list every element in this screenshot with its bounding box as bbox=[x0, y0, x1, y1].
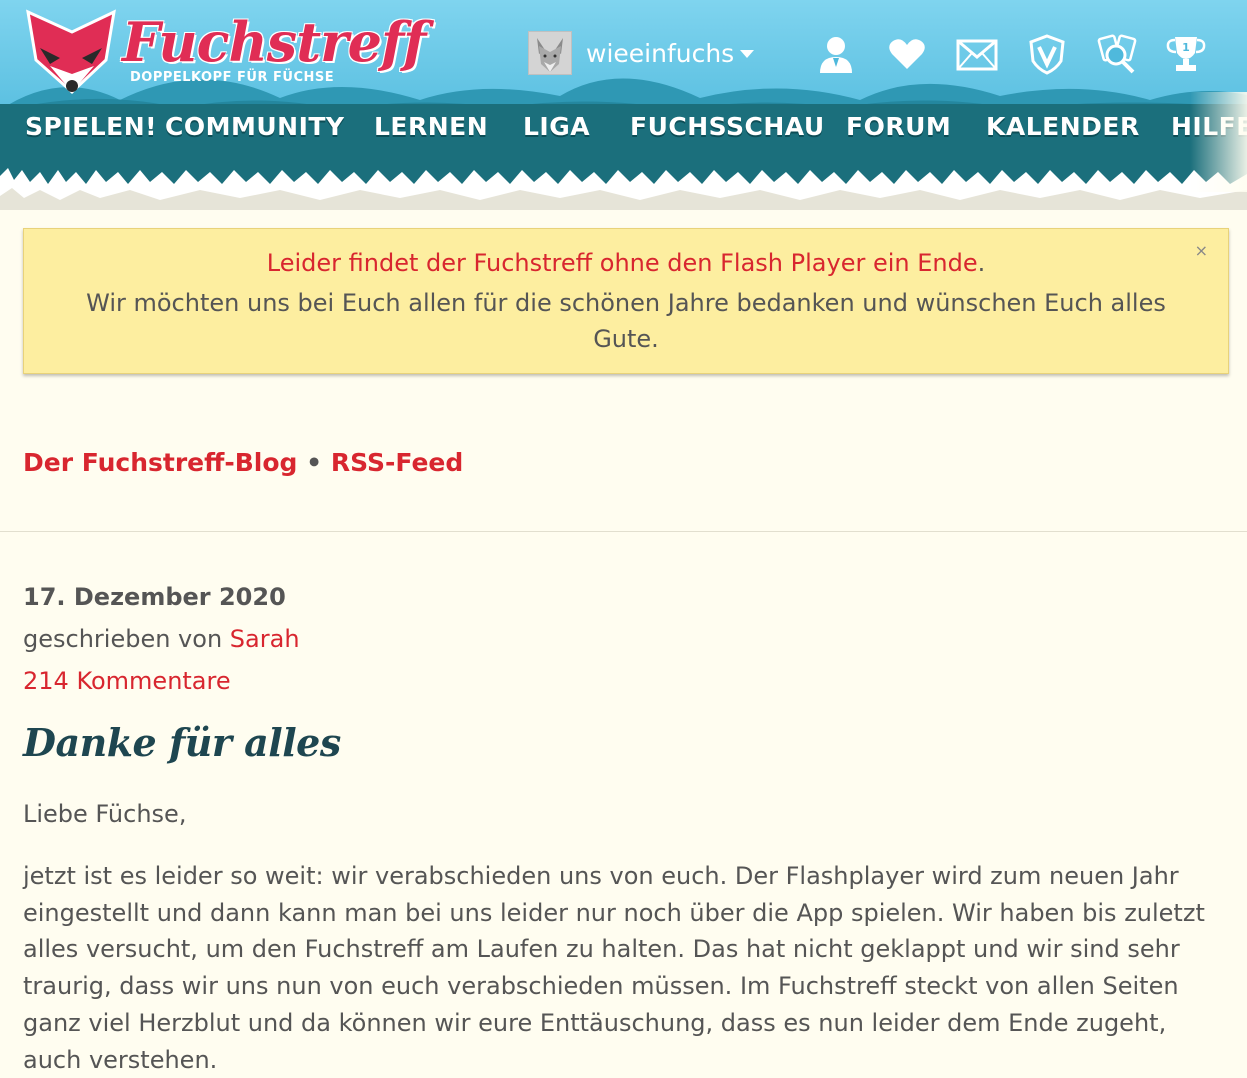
avatar[interactable] bbox=[528, 31, 572, 75]
alert-message: Wir möchten uns bei Euch allen für die s… bbox=[86, 289, 1166, 353]
nav-community[interactable]: COMMUNITY bbox=[165, 112, 345, 141]
username[interactable]: wieeinfuchs bbox=[586, 39, 734, 68]
blog-links: Der Fuchstreff-Blog • RSS-Feed bbox=[23, 448, 463, 477]
logo-title: Fuchstreff bbox=[122, 10, 426, 74]
post-date: 17. Dezember 2020 bbox=[23, 583, 286, 611]
wolf-avatar-icon bbox=[529, 32, 571, 74]
site-header: Fuchstreff DOPPELKOPF FÜR FÜCHSE wieeinf… bbox=[0, 0, 1247, 210]
site-logo[interactable]: Fuchstreff DOPPELKOPF FÜR FÜCHSE bbox=[26, 8, 426, 98]
comments-link[interactable]: 214 Kommentare bbox=[23, 667, 231, 695]
flash-alert: Leider findet der Fuchstreff ohne den Fl… bbox=[23, 228, 1229, 374]
table-search-button[interactable] bbox=[1095, 32, 1139, 76]
post-author-line: geschrieben von Sarah bbox=[23, 625, 300, 653]
nav-fuchsschau[interactable]: FUCHSSCHAU bbox=[630, 112, 825, 141]
rss-feed-link[interactable]: RSS-Feed bbox=[331, 448, 463, 477]
alert-highlight: Leider findet der Fuchstreff ohne den Fl… bbox=[266, 249, 978, 277]
profile-button[interactable] bbox=[814, 32, 858, 76]
link-separator: • bbox=[306, 448, 323, 477]
logo-subtitle: DOPPELKOPF FÜR FÜCHSE bbox=[130, 70, 335, 85]
nav-kalender[interactable]: KALENDER bbox=[986, 112, 1140, 141]
author-link[interactable]: Sarah bbox=[230, 625, 300, 653]
svg-text:1: 1 bbox=[1182, 41, 1190, 54]
messages-button[interactable] bbox=[955, 32, 999, 76]
nav-scroll-fade bbox=[1190, 92, 1247, 192]
mail-icon bbox=[956, 39, 998, 71]
trophy-icon: 1 bbox=[1166, 37, 1206, 71]
v-badge-icon bbox=[1029, 34, 1065, 75]
blog-link[interactable]: Der Fuchstreff-Blog bbox=[23, 448, 297, 477]
fox-logo-icon bbox=[26, 9, 116, 95]
author-prefix: geschrieben von bbox=[23, 625, 223, 653]
post-body: jetzt ist es leider so weit: wir verabsc… bbox=[23, 862, 1205, 1074]
chevron-down-icon[interactable] bbox=[740, 50, 755, 58]
favorites-button[interactable] bbox=[885, 32, 929, 76]
user-menu[interactable]: wieeinfuchs bbox=[528, 30, 755, 76]
post-greeting: Liebe Füchse, bbox=[23, 800, 187, 828]
profile-icon bbox=[820, 37, 852, 73]
vip-button[interactable] bbox=[1025, 32, 1069, 76]
nav-forum[interactable]: FORUM bbox=[846, 112, 951, 141]
nav-liga[interactable]: LIGA bbox=[523, 112, 590, 141]
nav-spielen[interactable]: SPIELEN! bbox=[25, 112, 157, 141]
nav-lernen[interactable]: LERNEN bbox=[374, 112, 488, 141]
post-title: Danke für alles bbox=[23, 720, 341, 765]
heart-icon bbox=[889, 39, 925, 69]
alert-period: . bbox=[977, 249, 986, 277]
alert-headline: Leider findet der Fuchstreff ohne den Fl… bbox=[24, 249, 1228, 277]
divider bbox=[0, 531, 1247, 532]
ranking-button[interactable]: 1 bbox=[1164, 32, 1208, 76]
close-icon[interactable]: × bbox=[1195, 241, 1208, 260]
search-cards-icon bbox=[1097, 34, 1137, 74]
